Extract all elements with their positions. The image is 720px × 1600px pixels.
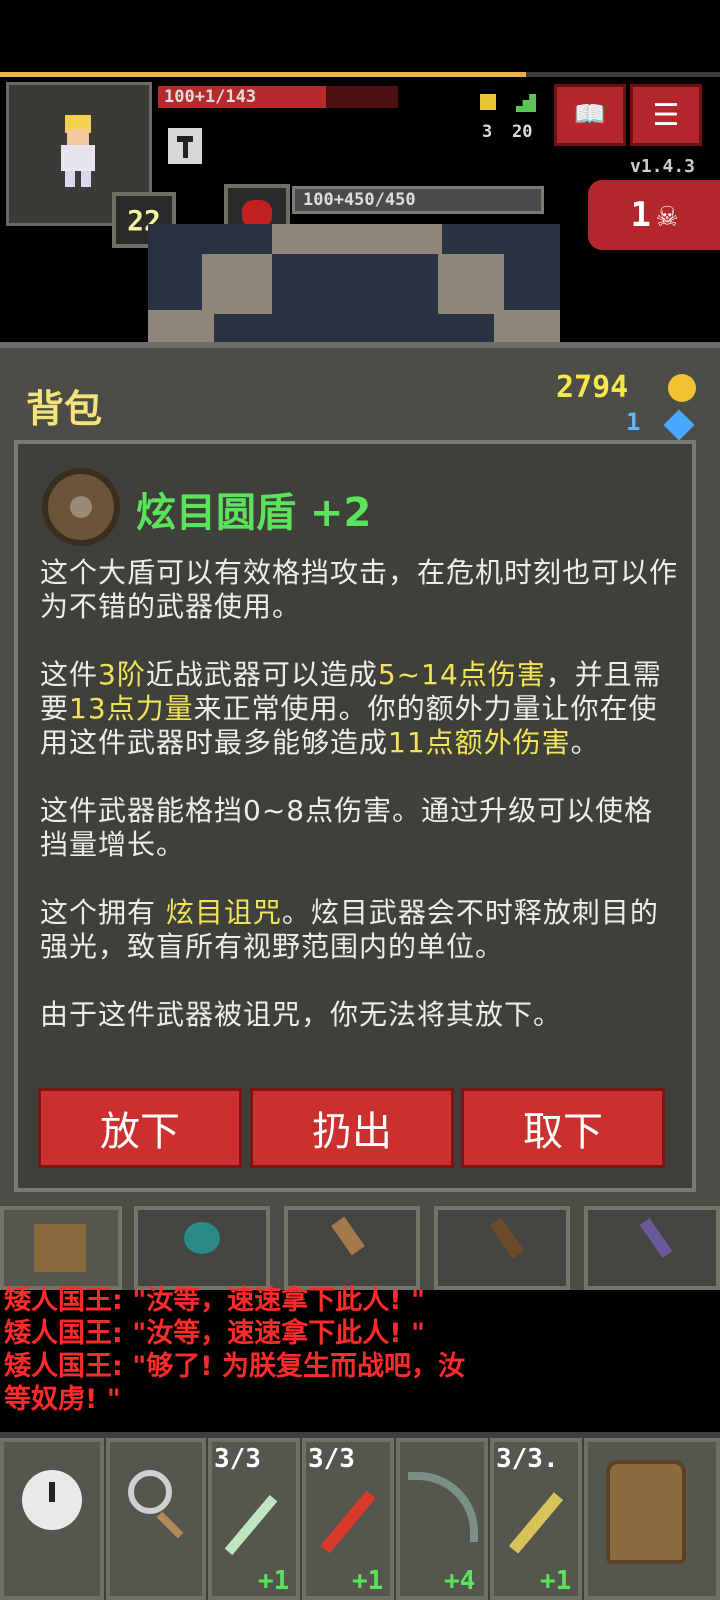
clock-icon (22, 1470, 82, 1530)
stairs-icon (516, 94, 536, 112)
iron-key-icon (168, 128, 202, 164)
hp-bar: 100+1/143 (158, 86, 398, 108)
dungeon-view[interactable] (148, 224, 560, 346)
round-shield-icon (42, 468, 120, 546)
tab-scroll-holder[interactable] (284, 1206, 420, 1290)
bandolier-icon (489, 1217, 525, 1259)
tab-seed-pouch[interactable] (134, 1206, 270, 1290)
tab-backpack[interactable] (0, 1206, 122, 1290)
trophy-icon (480, 94, 496, 110)
unequip-button[interactable]: 取下 (461, 1088, 665, 1168)
boss-hp-bar: 100+450/450 (292, 186, 544, 214)
backpack-icon (34, 1224, 86, 1272)
danger-indicator[interactable]: 1 ☠ (588, 180, 720, 250)
wand-holster-icon (639, 1218, 673, 1258)
skull-icon: ☠ (657, 195, 678, 235)
desc-para-2: 这件3阶近战武器可以造成5~14点伤害，并且需要13点力量来正常使用。你的额外力… (40, 658, 662, 759)
tab-wand-holster[interactable] (584, 1206, 720, 1290)
search-button[interactable] (106, 1438, 206, 1600)
quickslot-count: 3/3. (496, 1444, 559, 1474)
gold-count: 2794 (556, 370, 629, 405)
menu-icon: ☰ (652, 97, 680, 133)
xp-bar-fill (0, 72, 526, 77)
log-line: 矮人国王: "汝等，速速拿下此人! " (4, 1285, 426, 1316)
desc-para-3: 这件武器能格挡0~8点伤害。通过升级可以使格挡量增长。 (40, 794, 654, 861)
fire-wand-icon (320, 1490, 376, 1554)
hp-text: 100+1/143 (164, 87, 257, 107)
quickslot-count: 3/3 (214, 1444, 261, 1474)
desc-para-4: 这个拥有 炫目诅咒。炫目武器会不时释放刺目的强光，致盲所有视野范围内的单位。 (40, 896, 659, 963)
boss-hp-text: 100+450/450 (303, 190, 416, 210)
quickslot-level: +1 (352, 1566, 384, 1596)
quickslot-2[interactable]: 3/3 +1 (302, 1438, 394, 1600)
journal-button[interactable]: 📖 (554, 84, 626, 146)
quickslot-count: 3/3 (308, 1444, 355, 1474)
xp-bar (0, 72, 720, 77)
lightning-wand-icon (508, 1492, 564, 1554)
game-log: 矮人国王: "汝等，速速拿下此人! " 矮人国王: "汝等，速速拿下此人! " … (4, 1284, 604, 1416)
hero-sprite-icon (55, 115, 103, 187)
drop-button[interactable]: 放下 (38, 1088, 242, 1168)
log-line: 矮人国王: "够了! 为朕复生而战吧，汝 (4, 1351, 465, 1382)
danger-count: 1 (630, 195, 651, 235)
scroll-holder-icon (331, 1216, 365, 1256)
backpack-icon (606, 1460, 686, 1564)
tab-potion-bandolier[interactable] (434, 1206, 570, 1290)
stats-indicator: 3 20 (476, 94, 550, 146)
depth-count: 20 (512, 122, 533, 142)
window-title: 背包 (26, 387, 103, 431)
version-label: v1.4.3 (630, 156, 696, 177)
desc-para-1: 这个大盾可以有效格挡攻击，在危机时刻也可以作为不错的武器使用。 (40, 556, 679, 623)
keys-count: 3 (482, 122, 493, 142)
bow-icon (408, 1472, 478, 1542)
magnifier-handle (156, 1511, 184, 1539)
log-line: 矮人国王: "汝等，速速拿下此人! " (4, 1318, 426, 1349)
item-name: 炫目圆盾 +2 (136, 490, 372, 536)
seed-pouch-icon (184, 1222, 220, 1254)
wait-button[interactable] (0, 1438, 104, 1600)
wand-icon (224, 1494, 278, 1556)
magnifier-icon (128, 1470, 172, 1514)
journal-icon: 📖 (573, 100, 607, 130)
quickslot-4[interactable]: 3/3. +1 (490, 1438, 582, 1600)
throw-button[interactable]: 扔出 (250, 1088, 454, 1168)
gold-coin-icon (668, 374, 696, 402)
energy-crystal-count: 1 (626, 408, 641, 436)
quickslot-level: +1 (258, 1566, 290, 1596)
item-description: 这个大盾可以有效格挡攻击，在危机时刻也可以作为不错的武器使用。 这件3阶近战武器… (40, 556, 680, 1066)
log-line: 等奴虏! " (4, 1384, 121, 1415)
menu-button[interactable]: ☰ (630, 84, 702, 146)
quickslot-1[interactable]: 3/3 +1 (208, 1438, 300, 1600)
quickslot-level: +4 (444, 1566, 476, 1596)
quickslot-3[interactable]: +4 (396, 1438, 488, 1600)
quickslot-level: +1 (540, 1566, 572, 1596)
desc-para-5: 由于这件武器被诅咒，你无法将其放下。 (40, 998, 563, 1031)
